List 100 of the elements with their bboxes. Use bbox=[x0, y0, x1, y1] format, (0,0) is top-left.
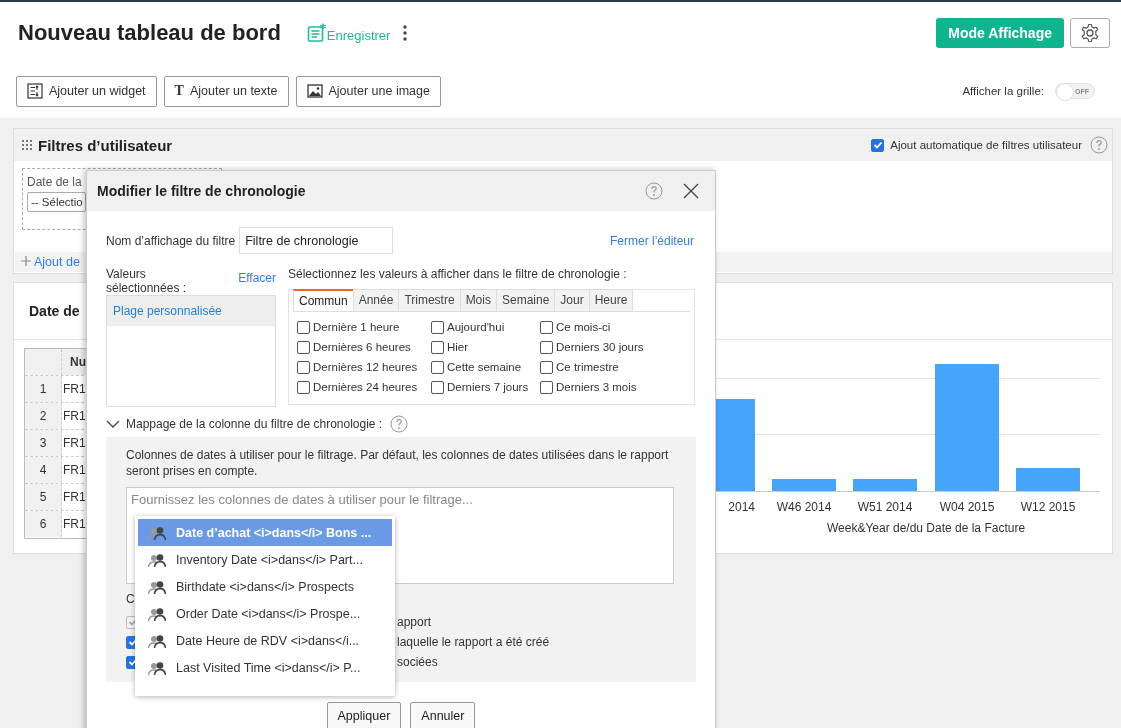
help-icon bbox=[390, 415, 409, 433]
chevron-down-icon[interactable] bbox=[106, 419, 120, 429]
select-prompt: Sélectionnez les valeurs à afficher dans le filtre de chronologie : bbox=[288, 267, 627, 281]
save-icon bbox=[306, 23, 327, 43]
option-label: Dernières 12 heures bbox=[313, 361, 418, 373]
row-number: 5 bbox=[25, 484, 62, 510]
option-label: Ce mois-ci bbox=[556, 321, 611, 333]
option-label: Dernières 6 heures bbox=[313, 341, 411, 353]
field-label: Nom d’affichage du filtre bbox=[106, 233, 236, 248]
axis-label: 2014 bbox=[728, 500, 755, 514]
checkbox[interactable] bbox=[871, 138, 885, 152]
selected-value-item[interactable]: Plage personnalisée bbox=[107, 296, 275, 326]
tab[interactable]: Semaine bbox=[495, 289, 556, 311]
option-label: Derniers 30 jours bbox=[556, 341, 644, 353]
tab[interactable]: Heure bbox=[588, 289, 634, 311]
close-button[interactable] bbox=[683, 183, 699, 199]
panel-title: Filtres d’utilisateur bbox=[38, 136, 173, 154]
dashboard-title: Nouveau tableau de bord bbox=[18, 20, 281, 46]
filter-label: Date de la bbox=[27, 175, 83, 189]
table-cell: FR1 bbox=[62, 409, 86, 423]
tab[interactable]: Trimestre bbox=[398, 289, 461, 311]
row-number: 2 bbox=[25, 403, 62, 429]
chart-bar bbox=[1016, 468, 1080, 491]
users-icon bbox=[148, 524, 166, 541]
table-cell: FR1 bbox=[62, 463, 86, 477]
table-cell: FR1 bbox=[62, 517, 86, 531]
help-icon bbox=[1090, 136, 1108, 154]
option-label: Hier bbox=[447, 341, 469, 353]
checkbox[interactable] bbox=[431, 380, 444, 394]
checkbox[interactable] bbox=[431, 340, 444, 354]
row-number: 6 bbox=[25, 511, 62, 537]
tab[interactable]: Mois bbox=[459, 289, 497, 311]
filter-name-field[interactable]: Filtre de chronologie bbox=[239, 227, 394, 254]
description-text: Colonnes de dates à utiliser pour le filtrage. Par défaut, les colonnes de dates utilisées dans le rapport seront prises en compte. bbox=[126, 447, 670, 479]
chart-bar bbox=[772, 479, 836, 491]
axis-label: W46 2014 bbox=[776, 500, 832, 514]
dialog-title: Modifier le filtre de chronologie bbox=[97, 183, 306, 199]
option-label: Dernière 1 heure bbox=[313, 321, 400, 333]
setting-label: apport bbox=[397, 615, 432, 629]
apply-button[interactable]: Appliquer bbox=[326, 702, 402, 728]
checkbox[interactable] bbox=[297, 360, 310, 374]
selected-values-label: Valeurs sélectionnées : bbox=[106, 267, 188, 295]
axis-title: Week&Year de/du Date de la Facture bbox=[826, 521, 1026, 535]
widget-icon bbox=[27, 83, 43, 99]
option-label: Ce trimestre bbox=[556, 361, 619, 373]
suggestion-item[interactable]: Date Heure de RDV <i>dans</i... bbox=[138, 627, 392, 654]
tab[interactable]: Année bbox=[352, 289, 400, 311]
more-icon bbox=[402, 24, 409, 42]
add-text-button[interactable]: T Ajouter un texte bbox=[163, 75, 289, 107]
users-icon bbox=[148, 578, 166, 595]
add-widget-button[interactable]: Ajouter un widget bbox=[16, 75, 157, 107]
users-icon bbox=[148, 659, 166, 676]
suggestion-item[interactable]: Last Visited Time <i>dans</i> P... bbox=[138, 654, 392, 681]
auto-filter-label: Ajout automatique de filtres utilisateur bbox=[890, 139, 1082, 151]
image-icon bbox=[306, 84, 323, 98]
axis-label: W12 2015 bbox=[1020, 500, 1076, 514]
close-editor-link[interactable]: Fermer l’éditeur bbox=[609, 233, 694, 248]
settings-icon bbox=[1080, 23, 1100, 43]
table-cell: FR1 bbox=[62, 436, 86, 450]
checkbox[interactable] bbox=[540, 340, 553, 354]
users-icon bbox=[148, 632, 166, 649]
settings-button[interactable] bbox=[1070, 18, 1110, 48]
plus-icon bbox=[21, 255, 31, 269]
section-title: Mappage de la colonne du filtre de chronologie : bbox=[126, 417, 383, 431]
table-cell: FR1 bbox=[62, 382, 86, 396]
suggestion-item[interactable]: Order Date <i>dans</i> Prospe... bbox=[138, 600, 392, 627]
axis-label: W51 2014 bbox=[857, 500, 913, 514]
add-image-button[interactable]: Ajouter une image bbox=[295, 75, 441, 107]
tab[interactable]: Jour bbox=[554, 289, 590, 311]
axis-label: W04 2015 bbox=[939, 500, 995, 514]
table-cell: FR1 bbox=[62, 490, 86, 504]
grid-label: Afficher la grille: bbox=[962, 85, 1044, 97]
checkbox[interactable] bbox=[297, 320, 310, 334]
checkbox[interactable] bbox=[431, 360, 444, 374]
checkbox[interactable] bbox=[297, 380, 310, 394]
option-label: Derniers 3 mois bbox=[556, 381, 637, 393]
filter-select[interactable]: -- Sélectio bbox=[27, 192, 86, 212]
clear-link[interactable]: Effacer bbox=[238, 271, 276, 285]
help-icon bbox=[645, 182, 663, 200]
add-filter-link[interactable]: Ajout de bbox=[34, 255, 80, 269]
checkbox[interactable] bbox=[540, 360, 553, 374]
checkbox[interactable] bbox=[431, 320, 444, 334]
text-icon: T bbox=[174, 83, 184, 99]
checkbox[interactable] bbox=[540, 320, 553, 334]
option-label: Dernières 24 heures bbox=[313, 381, 418, 393]
chart-bar bbox=[853, 479, 917, 491]
cancel-button[interactable]: Annuler bbox=[410, 702, 476, 728]
option-label: Aujourd'hui bbox=[447, 321, 505, 333]
column-header: Nu bbox=[69, 355, 86, 369]
widget-title: Date de bbox=[29, 303, 80, 319]
tab[interactable]: Commun bbox=[293, 289, 354, 311]
suggestion-item[interactable]: Inventory Date <i>dans</i> Part... bbox=[138, 546, 392, 573]
checkbox[interactable] bbox=[297, 340, 310, 354]
users-icon bbox=[148, 551, 166, 568]
row-number: 1 bbox=[25, 376, 62, 402]
users-icon bbox=[148, 605, 166, 622]
option-label: Derniers 7 jours bbox=[447, 381, 529, 393]
row-number: 4 bbox=[25, 457, 62, 483]
checkbox[interactable] bbox=[540, 380, 553, 394]
setting-label: laquelle le rapport a été créé bbox=[397, 635, 550, 649]
